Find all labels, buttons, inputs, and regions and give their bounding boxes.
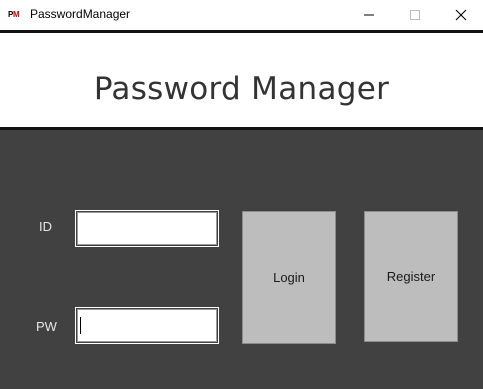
pw-label: PW xyxy=(36,319,57,334)
password-input[interactable] xyxy=(75,307,219,344)
app-icon-letter-m: M xyxy=(13,10,20,19)
login-button[interactable]: Login xyxy=(242,211,336,344)
minimize-button[interactable] xyxy=(346,0,392,30)
close-button[interactable] xyxy=(438,0,483,30)
text-caret xyxy=(80,317,81,334)
app-icon: PM xyxy=(8,9,24,21)
window-titlebar: PM PasswordManager xyxy=(0,0,483,30)
maximize-button[interactable] xyxy=(392,0,438,30)
app-header: Password Manager xyxy=(0,30,483,130)
close-icon xyxy=(455,9,467,21)
page-title: Password Manager xyxy=(93,71,390,107)
id-label: ID xyxy=(39,219,52,234)
minimize-icon xyxy=(364,14,374,16)
id-input[interactable] xyxy=(75,210,219,247)
login-panel: ID PW Login Register xyxy=(0,130,483,389)
login-button-label: Login xyxy=(273,270,305,285)
window-title: PasswordManager xyxy=(30,7,131,21)
register-button-label: Register xyxy=(386,269,436,284)
maximize-icon xyxy=(410,10,420,20)
register-button[interactable]: Register xyxy=(364,211,458,342)
